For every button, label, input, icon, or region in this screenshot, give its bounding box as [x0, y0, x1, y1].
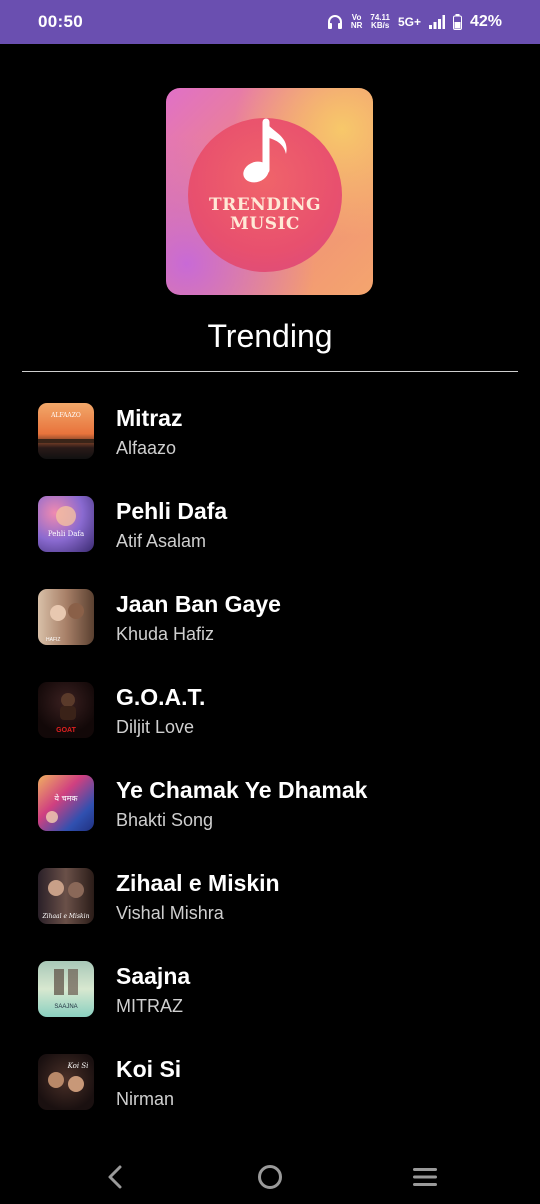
divider	[22, 371, 518, 372]
thumb-art: Pehli Dafa	[48, 506, 84, 538]
song-row[interactable]: HAFIZ Jaan Ban Gaye Khuda Hafiz	[0, 581, 540, 674]
svg-text:Zihaal e Miskin: Zihaal e Miskin	[42, 913, 90, 920]
song-row[interactable]: GOAT G.O.A.T. Diljit Love	[0, 674, 540, 767]
back-icon[interactable]	[100, 1162, 130, 1192]
song-thumbnail: GOAT	[38, 682, 94, 738]
song-row[interactable]: SAAJNA Saajna MITRAZ	[0, 953, 540, 1046]
song-title: Mitraz	[116, 405, 183, 431]
song-title: Jaan Ban Gaye	[116, 591, 281, 617]
song-row[interactable]: Zihaal e Miskin Zihaal e Miskin Vishal M…	[0, 860, 540, 953]
svg-text:Koi Si: Koi Si	[67, 1062, 89, 1070]
speed-indicator: 74.11 KB/s	[370, 14, 390, 30]
menu-icon[interactable]	[410, 1162, 440, 1192]
cover-text: TRENDING MUSIC	[188, 196, 342, 234]
thumb-art: GOAT	[56, 693, 77, 734]
svg-text:ALFAAZO: ALFAAZO	[50, 412, 81, 419]
song-row[interactable]: ये चमक Ye Chamak Ye Dhamak Bhakti Song	[0, 767, 540, 860]
volte-bottom: NR	[350, 21, 363, 30]
cover-circle: TRENDING MUSIC	[188, 118, 342, 272]
song-row[interactable]: ALFAAZO Mitraz Alfaazo	[0, 395, 540, 488]
svg-text:GOAT: GOAT	[56, 727, 76, 734]
status-time: 00:50	[38, 12, 83, 31]
song-thumbnail: ALFAAZO	[38, 403, 94, 459]
svg-text:HAFIZ: HAFIZ	[46, 637, 60, 643]
svg-text:ये चमक: ये चमक	[54, 793, 78, 803]
song-row[interactable]: Pehli Dafa Pehli Dafa Atif Asalam	[0, 488, 540, 581]
song-artist: Alfaazo	[116, 438, 177, 458]
song-title: Saajna	[116, 963, 191, 989]
battery-icon	[452, 14, 462, 30]
section-title: Trending	[207, 318, 333, 354]
song-artist: Bhakti Song	[116, 810, 214, 830]
thumb-art: Zihaal e Miskin	[42, 880, 90, 920]
song-title: Ye Chamak Ye Dhamak	[116, 777, 368, 803]
headphones-icon	[327, 15, 342, 29]
song-thumbnail: Koi Si	[38, 1054, 94, 1110]
speed-unit: KB/s	[371, 21, 390, 30]
song-artist: Diljit Love	[116, 717, 195, 737]
system-nav-bar	[0, 1148, 540, 1204]
trending-cover-art: TRENDING MUSIC	[166, 88, 373, 295]
song-title: Pehli Dafa	[116, 498, 228, 524]
song-title: Koi Si	[116, 1056, 182, 1082]
home-icon[interactable]	[255, 1162, 285, 1192]
song-title: Zihaal e Miskin	[116, 870, 280, 896]
song-artist: Vishal Mishra	[116, 903, 224, 923]
song-thumbnail: ये चमक	[38, 775, 94, 831]
signal-icon	[428, 15, 445, 29]
song-artist: Nirman	[116, 1089, 175, 1109]
music-note-icon	[243, 118, 287, 183]
volte-indicator: Vo NR	[351, 14, 363, 30]
thumb-art: HAFIZ	[46, 603, 84, 643]
song-thumbnail: HAFIZ	[38, 589, 94, 645]
song-artist: Khuda Hafiz	[116, 624, 215, 644]
song-thumbnail: Zihaal e Miskin	[38, 868, 94, 924]
svg-text:SAAJNA: SAAJNA	[54, 1004, 77, 1010]
song-thumbnail: SAAJNA	[38, 961, 94, 1017]
cover-text-line2: MUSIC	[230, 214, 300, 234]
thumb-art: Koi Si	[48, 1062, 89, 1092]
thumb-art: SAAJNA	[54, 969, 78, 1010]
status-bar: 00:50 Vo NR 74.11 KB/s 5G+ 42%	[0, 0, 540, 44]
song-artist: MITRAZ	[116, 996, 183, 1016]
status-icons: Vo NR 74.11 KB/s 5G+ 42%	[327, 13, 502, 31]
thumb-art: ALFAAZO	[38, 412, 94, 443]
thumb-art: ये चमक	[46, 793, 78, 823]
cover-text-line1: TRENDING	[208, 195, 322, 215]
song-thumbnail: Pehli Dafa	[38, 496, 94, 552]
svg-text:Pehli Dafa: Pehli Dafa	[48, 530, 84, 538]
song-row[interactable]: Koi Si Koi Si Nirman	[0, 1046, 540, 1139]
song-title: G.O.A.T.	[116, 684, 206, 710]
network-type: 5G+	[397, 15, 421, 29]
battery-percent: 42%	[469, 13, 502, 30]
song-artist: Atif Asalam	[116, 531, 207, 551]
